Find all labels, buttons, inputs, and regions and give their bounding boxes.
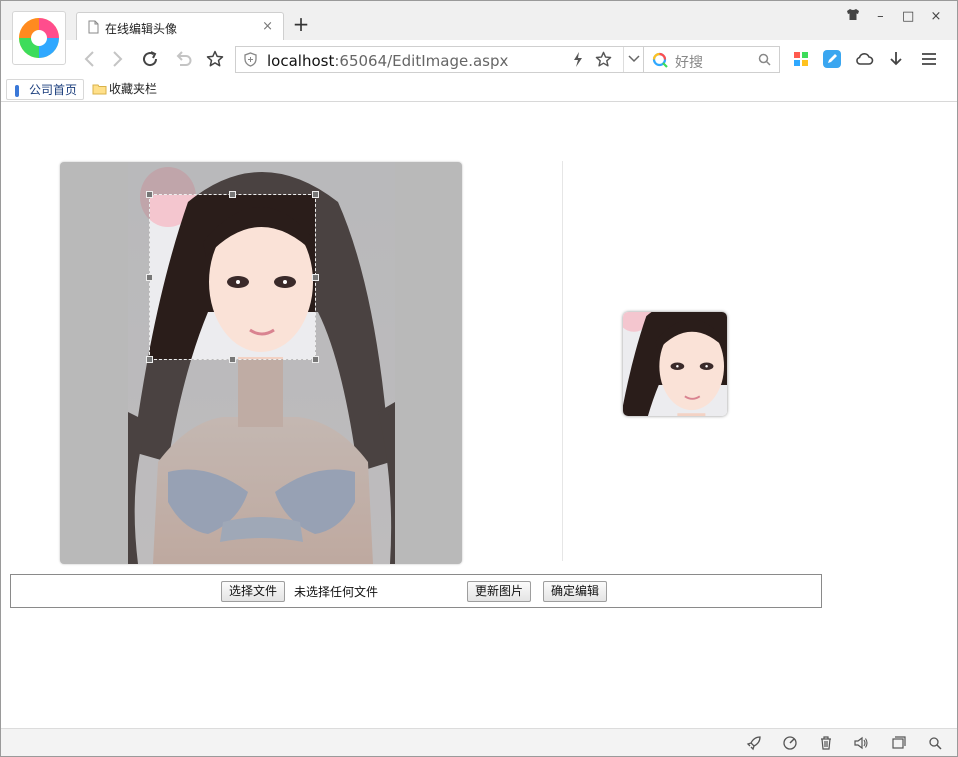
crop-handle-w[interactable] bbox=[146, 274, 153, 281]
bookmarks-bar: 公司首页 收藏夹栏 bbox=[1, 77, 957, 102]
page-content: 选择文件 未选择任何文件 更新图片 确定编辑 bbox=[1, 103, 957, 728]
speed-icon[interactable] bbox=[782, 735, 798, 751]
avatar-preview bbox=[623, 312, 727, 416]
bookmark-icon bbox=[15, 85, 19, 97]
back-icon[interactable] bbox=[78, 48, 100, 70]
browser-logo[interactable] bbox=[12, 11, 66, 65]
search-placeholder: 好搜 bbox=[675, 55, 703, 71]
address-divider bbox=[623, 47, 624, 72]
skin-icon[interactable] bbox=[842, 9, 864, 27]
url-host: localhost bbox=[267, 52, 335, 70]
toolbar: localhost:65064/EditImage.aspx 好搜 bbox=[1, 40, 957, 77]
file-status-text: 未选择任何文件 bbox=[294, 585, 379, 599]
shield-icon bbox=[244, 52, 257, 67]
crop-handle-ne[interactable] bbox=[312, 191, 319, 198]
zoom-icon[interactable] bbox=[927, 735, 943, 751]
bookmark-company-home[interactable]: 公司首页 bbox=[6, 79, 85, 100]
folder-icon bbox=[92, 84, 107, 95]
search-icon[interactable] bbox=[758, 53, 771, 66]
url-text[interactable]: localhost:65064/EditImage.aspx bbox=[267, 52, 508, 70]
url-path: :65064/EditImage.aspx bbox=[334, 52, 509, 70]
tab-close-icon[interactable]: × bbox=[262, 19, 273, 34]
avatar-preview-image bbox=[623, 312, 727, 416]
browser-logo-icon bbox=[19, 18, 59, 58]
forward-icon[interactable] bbox=[107, 48, 129, 70]
close-icon[interactable]: × bbox=[925, 9, 947, 27]
page-icon bbox=[88, 20, 99, 34]
search-engine-icon bbox=[652, 52, 668, 68]
bookmark-label: 公司首页 bbox=[29, 83, 78, 97]
cloud-icon[interactable] bbox=[854, 49, 874, 69]
apps-icon[interactable] bbox=[791, 49, 811, 69]
lightning-icon[interactable] bbox=[572, 51, 584, 68]
crop-handle-s[interactable] bbox=[229, 356, 236, 363]
vertical-divider bbox=[562, 161, 563, 561]
tab-strip: 在线编辑头像 × + – □ × bbox=[1, 1, 957, 65]
minimize-icon[interactable]: – bbox=[869, 9, 891, 27]
crop-handle-e[interactable] bbox=[312, 274, 319, 281]
confirm-edit-button[interactable]: 确定编辑 bbox=[543, 581, 608, 602]
browser-window: 在线编辑头像 × + – □ × localhost:65064/EditIma… bbox=[0, 0, 958, 757]
menu-icon[interactable] bbox=[919, 49, 939, 69]
new-tab-button[interactable]: + bbox=[290, 13, 312, 35]
crop-handle-nw[interactable] bbox=[146, 191, 153, 198]
window-controls: – □ × bbox=[840, 9, 947, 27]
crop-handle-sw[interactable] bbox=[146, 356, 153, 363]
bookmark-label: 收藏夹栏 bbox=[109, 82, 158, 96]
reload-icon[interactable] bbox=[139, 48, 161, 70]
favorites-star-icon[interactable] bbox=[204, 48, 226, 70]
update-image-button[interactable]: 更新图片 bbox=[467, 581, 532, 602]
search-box[interactable]: 好搜 bbox=[644, 46, 780, 73]
download-icon[interactable] bbox=[886, 49, 906, 69]
crop-handle-se[interactable] bbox=[312, 356, 319, 363]
window-icon[interactable] bbox=[890, 735, 906, 751]
tab-active[interactable]: 在线编辑头像 × bbox=[76, 12, 284, 41]
notes-icon[interactable] bbox=[822, 49, 842, 69]
undo-close-icon[interactable] bbox=[172, 48, 194, 70]
crop-preview-image bbox=[150, 195, 315, 359]
chevron-down-icon[interactable] bbox=[627, 53, 641, 65]
crop-selection[interactable] bbox=[149, 194, 316, 360]
image-editor[interactable] bbox=[60, 162, 462, 564]
volume-icon[interactable] bbox=[853, 735, 869, 751]
address-bar[interactable]: localhost:65064/EditImage.aspx bbox=[235, 46, 644, 73]
status-bar bbox=[1, 728, 957, 756]
bookmark-favorites-folder[interactable]: 收藏夹栏 bbox=[87, 79, 163, 100]
trash-icon[interactable] bbox=[818, 735, 834, 751]
tab-title: 在线编辑头像 bbox=[105, 22, 178, 36]
crop-handle-n[interactable] bbox=[229, 191, 236, 198]
rocket-icon[interactable] bbox=[746, 735, 762, 751]
choose-file-button[interactable]: 选择文件 bbox=[221, 581, 286, 602]
upload-form: 选择文件 未选择任何文件 更新图片 确定编辑 bbox=[10, 574, 822, 608]
maximize-icon[interactable]: □ bbox=[897, 9, 919, 27]
bookmark-star-icon[interactable] bbox=[595, 51, 612, 68]
